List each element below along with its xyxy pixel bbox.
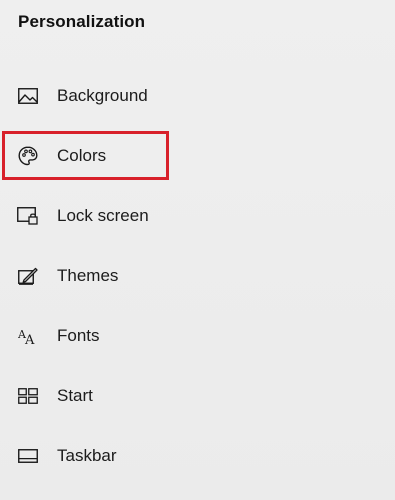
svg-text:A: A [24,333,35,345]
page-title: Personalization [18,12,146,31]
start-icon [17,385,39,407]
nav-item-lock-screen[interactable]: Lock screen [0,186,395,246]
nav-item-label: Lock screen [57,206,149,225]
palette-icon [17,145,39,167]
nav-item-colors[interactable]: Colors [0,126,395,186]
settings-panel: Personalization Background Colors Lock s… [0,0,395,500]
lock-screen-icon [17,205,39,227]
image-icon [17,85,39,107]
themes-icon [17,265,39,287]
nav-item-start[interactable]: Start [0,366,395,426]
nav-item-fonts[interactable]: A A Fonts [0,306,395,366]
nav-item-taskbar[interactable]: Taskbar [0,426,395,486]
nav-item-background[interactable]: Background [0,66,395,126]
nav-item-label: Start [57,386,93,405]
nav-item-label: Themes [57,266,119,285]
nav-item-themes[interactable]: Themes [0,246,395,306]
nav-item-label: Taskbar [57,446,117,465]
nav-item-label: Colors [57,146,107,165]
nav-item-label: Fonts [57,326,100,345]
taskbar-icon [17,445,39,467]
nav-item-label: Background [57,86,148,105]
fonts-icon: A A [17,325,39,347]
nav-list: Background Colors Lock screen Themes A A… [0,66,395,486]
